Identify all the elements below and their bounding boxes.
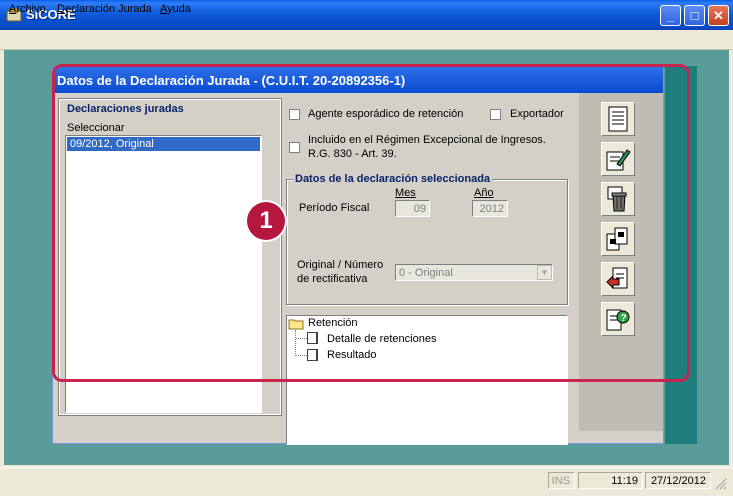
maximize-button[interactable]: □ (684, 5, 705, 26)
close-button[interactable]: ✕ (708, 5, 729, 26)
resize-grip-icon-svg (715, 478, 727, 490)
status-time: 11:19 (578, 472, 643, 489)
menu-archivo[interactable]: Archivo (9, 3, 46, 15)
status-date: 27/12/2012 (645, 472, 711, 489)
menu-declaracion-jurada[interactable]: Declaración Jurada (57, 3, 152, 15)
highlight-frame (52, 64, 690, 382)
menu-bar (0, 30, 733, 50)
step-number-badge: 1 (247, 202, 285, 240)
minimize-button[interactable]: _ (660, 5, 681, 26)
status-ins: INS (548, 472, 575, 489)
resize-grip-icon[interactable] (713, 476, 727, 490)
menu-ayuda[interactable]: Ayuda (160, 3, 191, 15)
